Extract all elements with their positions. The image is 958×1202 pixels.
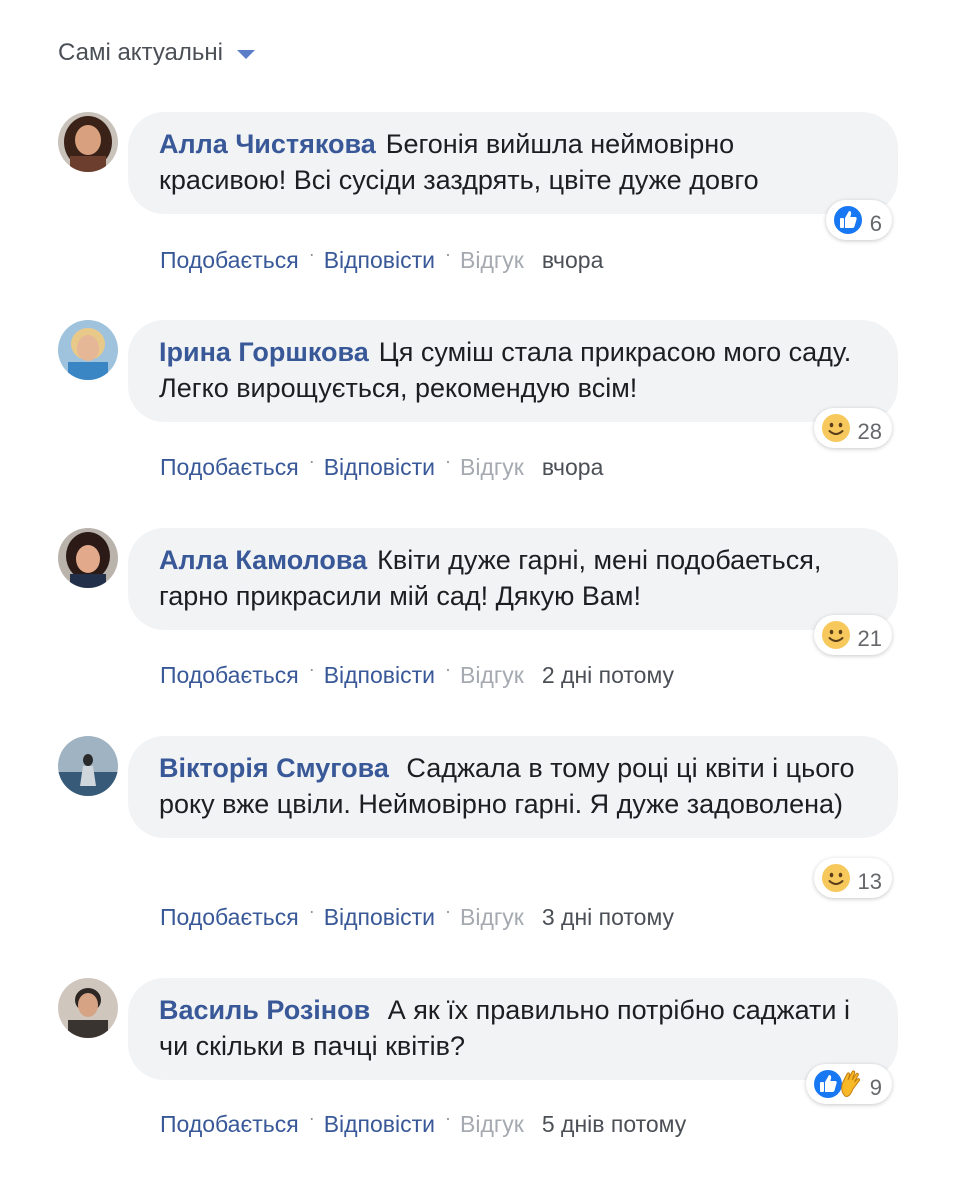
- feedback-button[interactable]: Відгук: [460, 452, 524, 482]
- reactions-badge[interactable]: 28: [813, 408, 892, 448]
- reaction-count: 6: [869, 211, 882, 236]
- comment-author[interactable]: Алла Камолова: [159, 545, 367, 575]
- sort-dropdown[interactable]: Самі актуальні: [58, 36, 255, 70]
- separator-dot: ·: [445, 244, 452, 264]
- avatar[interactable]: [58, 736, 118, 796]
- reaction-count: 21: [857, 626, 882, 651]
- reply-button[interactable]: Відповісти: [324, 1109, 435, 1139]
- separator-dot: ·: [308, 244, 315, 264]
- feedback-button[interactable]: Відгук: [460, 660, 524, 690]
- comment-actions: Подобається · Відповісти · Відгук вчора: [160, 244, 604, 275]
- reaction-count: 9: [869, 1075, 882, 1100]
- feedback-button[interactable]: Відгук: [460, 902, 524, 932]
- comment-timestamp[interactable]: вчора: [542, 245, 604, 275]
- reply-button[interactable]: Відповісти: [324, 245, 435, 275]
- sort-label: Самі актуальні: [58, 39, 223, 66]
- smile-emoji-icon: [819, 412, 852, 444]
- smile-emoji-icon: [819, 619, 852, 651]
- separator-dot: ·: [308, 659, 315, 679]
- separator-dot: ·: [308, 901, 315, 921]
- avatar[interactable]: [58, 112, 118, 172]
- separator-dot: ·: [445, 659, 452, 679]
- avatar[interactable]: [58, 528, 118, 588]
- comment-timestamp[interactable]: вчора: [542, 452, 604, 482]
- separator-dot: ·: [308, 451, 315, 471]
- reply-button[interactable]: Відповісти: [324, 452, 435, 482]
- comment-author[interactable]: Ірина Горшкова: [159, 337, 369, 367]
- like-button[interactable]: Подобається: [160, 902, 299, 932]
- separator-dot: ·: [445, 901, 452, 921]
- comment-author[interactable]: Василь Розінов: [159, 995, 370, 1025]
- separator-dot: ·: [308, 1108, 315, 1128]
- comment-timestamp[interactable]: 5 днів потому: [542, 1109, 686, 1139]
- like-button[interactable]: Подобається: [160, 245, 299, 275]
- comment-actions: Подобається · Відповісти · Відгук 2 дні …: [160, 659, 674, 690]
- comment-bubble: Ірина Горшкова Ця суміш стала прикрасою м…: [128, 320, 898, 422]
- feedback-button[interactable]: Відгук: [460, 1109, 524, 1139]
- reply-button[interactable]: Відповісти: [324, 902, 435, 932]
- comment-author[interactable]: Алла Чистякова: [159, 129, 376, 159]
- comment-timestamp[interactable]: 3 дні потому: [542, 902, 674, 932]
- like-button[interactable]: Подобається: [160, 1109, 299, 1139]
- reactions-badge[interactable]: 6: [825, 200, 892, 240]
- thumbs-up-icon: [831, 204, 864, 236]
- reactions-badge[interactable]: 9: [805, 1064, 892, 1104]
- comment-bubble: Алла Чистякова Бегонія вийшла неймовірно …: [128, 112, 898, 214]
- reaction-count: 13: [857, 869, 882, 894]
- comment-author[interactable]: Вікторія Смугова: [159, 753, 389, 783]
- smile-emoji-icon: [819, 862, 852, 894]
- comment-bubble: Вікторія Смугова Саджала в тому році ці …: [128, 736, 898, 838]
- comment-timestamp[interactable]: 2 дні потому: [542, 660, 674, 690]
- like-button[interactable]: Подобається: [160, 660, 299, 690]
- comment-actions: Подобається · Відповісти · Відгук 3 дні …: [160, 901, 674, 932]
- like-button[interactable]: Подобається: [160, 452, 299, 482]
- reply-button[interactable]: Відповісти: [324, 660, 435, 690]
- separator-dot: ·: [445, 451, 452, 471]
- comment-bubble: Алла Камолова Квіти дуже гарні, мені подо…: [128, 528, 898, 630]
- reactions-badge[interactable]: 13: [813, 858, 892, 898]
- comment-actions: Подобається · Відповісти · Відгук 5 днів…: [160, 1108, 686, 1139]
- comment-actions: Подобається · Відповісти · Відгук вчора: [160, 451, 604, 482]
- comment-bubble: Василь Розінов А як їх правильно потрібн…: [128, 978, 898, 1080]
- avatar[interactable]: [58, 978, 118, 1038]
- chevron-down-icon: [237, 49, 255, 59]
- separator-dot: ·: [445, 1108, 452, 1128]
- clap-hand-icon: [838, 1068, 864, 1100]
- avatar[interactable]: [58, 320, 118, 380]
- reactions-badge[interactable]: 21: [813, 615, 892, 655]
- reaction-count: 28: [857, 419, 882, 444]
- feedback-button[interactable]: Відгук: [460, 245, 524, 275]
